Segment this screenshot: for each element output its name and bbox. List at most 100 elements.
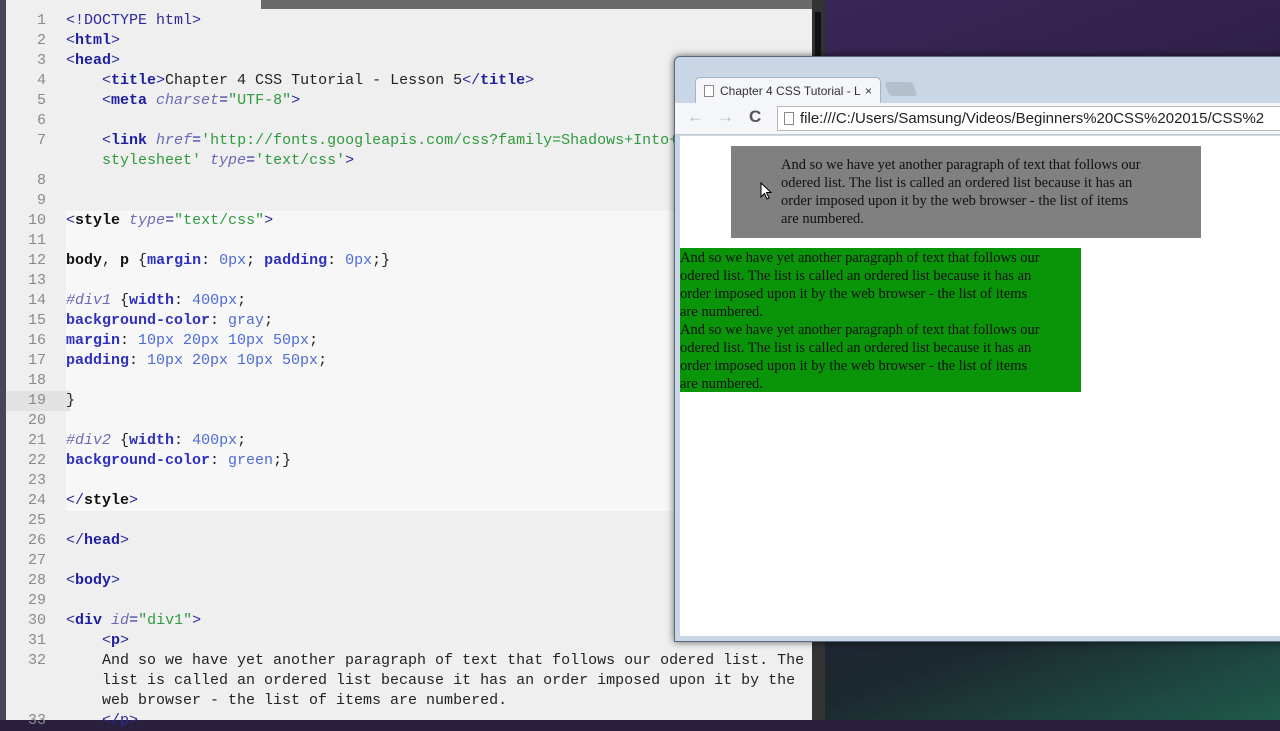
line-number: 8 <box>36 172 46 189</box>
line-number: 30 <box>27 612 46 629</box>
code-token: head <box>75 52 112 69</box>
paragraph-line: odered list. The list is called an order… <box>680 268 1032 284</box>
line-number: 18 <box>27 372 46 389</box>
paragraph-line: order imposed upon it by the web browser… <box>680 358 1028 374</box>
line-number: 9 <box>36 192 46 209</box>
line-number: 15 <box>27 312 46 329</box>
code-token: ;} <box>372 252 391 269</box>
paragraph-line: are numbered. <box>680 304 763 320</box>
code-token: > <box>192 612 202 629</box>
code-token: title <box>111 72 157 89</box>
code-token: head <box>84 532 121 549</box>
line-number: 3 <box>36 52 46 69</box>
page-icon <box>704 85 714 97</box>
code-token: body <box>75 572 112 589</box>
code-text: #div2 {width: 400px; <box>66 431 246 451</box>
code-text: <!DOCTYPE html> <box>66 11 201 31</box>
line-number: 22 <box>27 452 46 469</box>
code-token: </p> <box>66 712 139 729</box>
code-token: padding <box>264 252 328 269</box>
line-number: 10 <box>27 212 46 229</box>
line-number: 17 <box>27 352 46 369</box>
code-token: width <box>129 292 175 309</box>
code-token: background-color <box>66 452 211 469</box>
code-token: { <box>129 252 148 269</box>
code-text: </p> <box>66 711 138 731</box>
code-text: <meta charset="UTF-8"> <box>66 91 300 111</box>
line-number: 25 <box>27 512 46 529</box>
code-token: 'text/css' <box>255 152 346 169</box>
code-token: margin <box>147 252 202 269</box>
code-text: list is called an ordered list because i… <box>66 671 795 691</box>
code-line[interactable]: 2 <html> <box>6 31 812 51</box>
back-icon[interactable]: ← <box>687 107 704 127</box>
code-text: <p> <box>66 631 129 651</box>
code-token: #div1 <box>66 292 112 309</box>
code-line[interactable]: 1 <!DOCTYPE html> <box>6 11 812 31</box>
code-token: 0px <box>219 252 247 269</box>
paragraph-line: odered list. The list is called an order… <box>781 175 1133 191</box>
code-token: 0px <box>345 252 373 269</box>
code-token: 400px <box>192 432 238 449</box>
code-text: <title>Chapter 4 CSS Tutorial - Lesson 5… <box>66 71 534 91</box>
line-number: 23 <box>27 472 46 489</box>
code-token: { <box>111 292 130 309</box>
code-token: background-color <box>66 312 211 329</box>
code-text: And so we have yet another paragraph of … <box>66 651 804 671</box>
line-number: 19 <box>6 391 70 411</box>
line-number: 4 <box>36 72 46 89</box>
code-token: 10px 20px 10px 50px <box>147 352 319 369</box>
code-token: > <box>129 492 139 509</box>
code-line[interactable]: 33 </p> <box>6 711 812 731</box>
reload-icon[interactable]: C <box>749 107 761 127</box>
code-token: : <box>120 332 139 349</box>
new-tab-button[interactable] <box>884 82 918 96</box>
code-token: "text/css" <box>174 212 265 229</box>
code-token: < <box>66 72 112 89</box>
address-bar[interactable]: file:///C:/Users/Samsung/Videos/Beginner… <box>777 106 1280 131</box>
code-text: padding: 10px 20px 10px 50px; <box>66 351 327 371</box>
code-line[interactable]: 32 And so we have yet another paragraph … <box>6 651 812 671</box>
code-token: < <box>66 52 76 69</box>
line-number: 29 <box>27 592 46 609</box>
forward-icon[interactable]: → <box>717 107 734 127</box>
code-token: = <box>219 92 229 109</box>
line-number: 26 <box>27 532 46 549</box>
tab-close-icon[interactable]: × <box>865 78 872 104</box>
line-number: 28 <box>27 572 46 589</box>
code-token: > <box>264 212 274 229</box>
code-token: green <box>228 452 274 469</box>
editor-tab[interactable] <box>6 0 261 9</box>
code-token: = <box>246 152 256 169</box>
line-number: 6 <box>36 112 46 129</box>
line-number: 31 <box>27 632 46 649</box>
code-token: id <box>111 612 130 629</box>
code-line[interactable]: list is called an ordered list because i… <box>6 671 812 691</box>
paragraph-line: And so we have yet another paragraph of … <box>680 250 1040 266</box>
line-number: 12 <box>27 252 46 269</box>
code-token: style <box>84 492 130 509</box>
code-text: <body> <box>66 571 120 591</box>
line-number: 20 <box>27 412 46 429</box>
line-number: 1 <box>36 12 46 29</box>
code-token: p <box>111 632 121 649</box>
code-token: > <box>111 572 121 589</box>
paragraph-line: And so we have yet another paragraph of … <box>781 157 1141 173</box>
code-token: : <box>327 252 346 269</box>
code-token: < <box>66 632 112 649</box>
code-token: 400px <box>192 292 238 309</box>
code-token: : <box>210 312 229 329</box>
code-token: > <box>120 532 130 549</box>
code-token: web browser - the list of items are numb… <box>66 692 508 709</box>
code-text: <link href='http://fonts.googleapis.com/… <box>66 131 678 151</box>
code-token: </ <box>66 532 85 549</box>
line-number: 24 <box>27 492 46 509</box>
code-token: link <box>111 132 148 149</box>
code-token: < <box>66 612 76 629</box>
browser-tab[interactable]: Chapter 4 CSS Tutorial - L × <box>695 77 881 104</box>
code-line[interactable]: web browser - the list of items are numb… <box>6 691 812 711</box>
